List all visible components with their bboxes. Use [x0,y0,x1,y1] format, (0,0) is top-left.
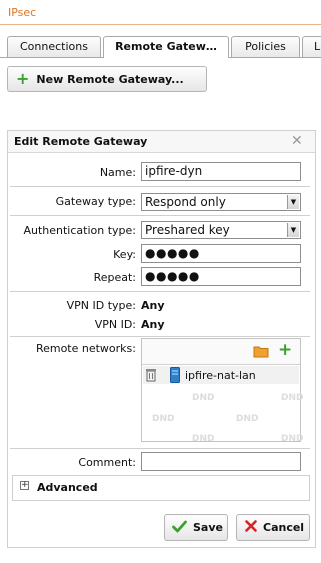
cancel-label: Cancel [263,521,305,534]
gateway-type-value: Respond only [145,195,226,209]
network-icon [170,367,180,386]
trash-icon[interactable] [146,368,156,385]
chevron-down-icon[interactable]: ▼ [287,195,299,209]
key-label: Key: [113,248,136,261]
tab-connections[interactable]: Connections [7,36,101,57]
dnd-placeholder: DND [192,434,215,444]
dnd-placeholder: DND [281,434,304,444]
dnd-placeholder: DND [152,414,175,424]
gateway-type-select[interactable]: Respond only ▼ [141,193,301,211]
vpn-id-value: Any [141,318,165,331]
tab-more[interactable]: L [302,36,321,57]
save-button[interactable]: Save [164,514,228,541]
chevron-down-icon[interactable]: ▼ [287,223,299,237]
plus-icon[interactable]: + [278,342,292,359]
comment-input[interactable] [141,452,301,471]
tab-policies[interactable]: Policies [231,36,300,57]
gateway-type-label: Gateway type: [55,195,136,208]
close-icon[interactable]: ✕ [291,133,303,149]
comment-label: Comment: [78,456,136,469]
auth-type-value: Preshared key [145,223,230,237]
dnd-placeholder: DND [192,393,215,403]
page-title: IPsec [8,6,37,19]
vpn-id-label: VPN ID: [94,318,136,331]
folder-icon[interactable] [253,344,269,361]
dnd-placeholder: DND [281,393,304,403]
expand-icon[interactable]: + [20,481,29,490]
panel-title: Edit Remote Gateway [8,131,315,153]
new-remote-gateway-label: New Remote Gateway... [36,72,184,86]
row-divider [10,215,310,216]
remote-networks-toolbar [142,339,300,365]
cancel-button[interactable]: Cancel [236,514,310,541]
name-label: Name: [99,166,136,179]
checkmark-icon [172,520,187,536]
auth-type-label: Authentication type: [23,224,136,237]
header-divider [0,24,321,25]
new-remote-gateway-button[interactable]: + New Remote Gateway... [7,66,207,92]
auth-type-select[interactable]: Preshared key ▼ [141,221,301,239]
repeat-label: Repeat: [93,271,136,284]
advanced-label: Advanced [37,481,98,494]
name-input[interactable]: ipfire-dyn [141,162,301,181]
row-divider [10,336,310,337]
remote-network-name: ipfire-nat-lan [185,369,256,382]
save-label: Save [193,521,223,534]
x-icon [245,520,257,535]
row-divider [10,448,310,449]
plus-icon: + [16,69,30,88]
dnd-placeholder: DND [236,414,259,424]
remote-networks-label: Remote networks: [35,342,136,355]
repeat-password-input[interactable]: ●●●●● [141,267,301,286]
key-password-input[interactable]: ●●●●● [141,244,301,263]
tab-remote-gateways[interactable]: Remote Gatew… [103,36,229,58]
vpn-id-type-label: VPN ID type: [66,299,136,312]
row-divider [10,291,310,292]
row-divider [10,186,310,187]
vpn-id-type-value: Any [141,299,165,312]
